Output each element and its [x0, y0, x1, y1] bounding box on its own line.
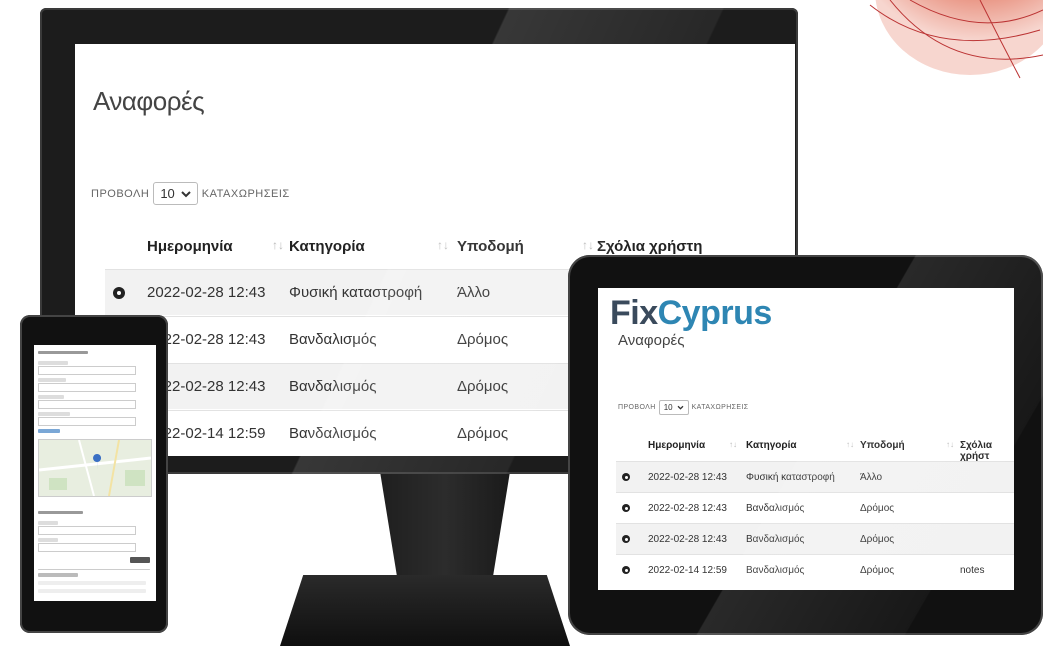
sort-icon[interactable]: ↑↓ [272, 238, 284, 252]
page-title: Αναφορές [93, 86, 205, 116]
page-size-select[interactable]: 10 [153, 182, 198, 205]
row-category: Βανδαλισμός [746, 503, 805, 514]
eye-icon[interactable] [622, 473, 630, 484]
phone-label-placeholder [38, 378, 66, 382]
phone-label-placeholder [38, 538, 58, 542]
page-size-value: 10 [663, 403, 673, 412]
show-suffix-label: ΚΑΤΑΧΩΡΗΣΕΙΣ [201, 187, 290, 200]
eye-icon[interactable] [622, 504, 630, 515]
column-header-comments[interactable]: Σχόλια χρήστη [597, 238, 702, 255]
phone-table-row-placeholder [38, 589, 146, 593]
chevron-down-icon [181, 190, 191, 197]
sort-icon[interactable]: ↑↓ [729, 440, 737, 449]
phone-field-placeholder [38, 526, 136, 535]
row-infrastructure: Δρόμος [860, 565, 895, 576]
phone-label-placeholder [38, 412, 70, 416]
row-date: 2022-02-28 12:43 [648, 503, 727, 514]
row-date: 2022-02-28 12:43 [648, 534, 727, 545]
phone-field-placeholder [38, 383, 136, 392]
logo-cyprus-text: Cyprus [657, 294, 773, 332]
row-infrastructure: Δρόμος [860, 534, 895, 545]
show-prefix-label: ΠΡΟΒΟΛΗ [618, 404, 656, 411]
row-infrastructure: Δρόμος [457, 331, 509, 348]
row-infrastructure: Δρόμος [457, 378, 509, 395]
row-category: Φυσική καταστροφή [289, 284, 423, 301]
phone-field-placeholder [38, 400, 136, 409]
phone-label-placeholder [38, 521, 58, 525]
sort-icon[interactable]: ↑↓ [946, 440, 954, 449]
table-row[interactable]: 2022-02-28 12:43 Φυσική καταστροφή Άλλο [616, 461, 1014, 493]
page-size-select[interactable]: 10 [658, 400, 689, 415]
row-category: Βανδαλισμός [289, 331, 377, 348]
monitor-stand-neck [380, 474, 510, 579]
column-header-comments[interactable]: Σχόλια χρήστ [960, 440, 1014, 462]
page-title: Αναφορές [618, 332, 685, 349]
sort-icon[interactable]: ↑↓ [846, 440, 854, 449]
row-infrastructure: Δρόμος [457, 425, 509, 442]
phone-link-placeholder [38, 429, 60, 433]
row-date: 2022-02-28 12:43 [147, 284, 266, 301]
row-infrastructure: Άλλο [860, 472, 883, 483]
phone-heading-placeholder [38, 511, 83, 514]
page-size-control: ΠΡΟΒΟΛΗ 10 ΚΑΤΑΧΩΡΗΣΕΙΣ [618, 400, 749, 415]
phone-submit-button[interactable] [130, 557, 150, 563]
chevron-down-icon [677, 405, 684, 410]
decorative-globe-graphic [869, 0, 1043, 79]
row-infrastructure: Δρόμος [860, 503, 895, 514]
phone-table-row-placeholder [38, 581, 146, 585]
show-prefix-label: ΠΡΟΒΟΛΗ [91, 187, 150, 200]
fixcyprus-logo[interactable]: FixCyprus [610, 294, 772, 333]
row-date: 2022-02-28 12:43 [648, 472, 727, 483]
phone-field-placeholder [38, 543, 136, 552]
column-header-infrastructure[interactable]: Υποδομή [860, 440, 905, 451]
sort-icon[interactable]: ↑↓ [437, 238, 449, 252]
phone-screen [34, 345, 156, 601]
row-category: Βανδαλισμός [746, 534, 805, 545]
table-row[interactable]: 2022-02-14 12:59 Βανδαλισμός Δρόμος note… [616, 554, 1014, 586]
column-header-category[interactable]: Κατηγορία [289, 238, 365, 255]
show-suffix-label: ΚΑΤΑΧΩΡΗΣΕΙΣ [691, 404, 749, 411]
phone-label-placeholder [38, 395, 64, 399]
row-category: Βανδαλισμός [289, 425, 377, 442]
eye-icon[interactable] [622, 566, 630, 577]
column-header-date[interactable]: Ημερομηνία [648, 440, 705, 451]
row-date: 2022-02-14 12:59 [648, 565, 727, 576]
column-header-infrastructure[interactable]: Υποδομή [457, 238, 524, 255]
column-header-category[interactable]: Κατηγορία [746, 440, 797, 451]
phone-field-placeholder [38, 417, 136, 426]
phone-field-placeholder [38, 366, 136, 375]
row-category: Βανδαλισμός [746, 565, 805, 576]
eye-icon[interactable] [622, 535, 630, 546]
logo-fix-text: Fix [610, 294, 658, 332]
phone-heading-placeholder [38, 351, 88, 354]
phone-divider [38, 569, 150, 570]
tablet-screen: FixCyprus Αναφορές ΠΡΟΒΟΛΗ 10 ΚΑΤΑΧΩΡΗΣΕ… [598, 288, 1014, 590]
monitor-stand-base [280, 575, 570, 646]
phone-table-header-placeholder [38, 573, 78, 577]
sort-icon[interactable]: ↑↓ [582, 238, 594, 252]
page-size-control: ΠΡΟΒΟΛΗ 10 ΚΑΤΑΧΩΡΗΣΕΙΣ [91, 182, 290, 205]
table-row[interactable]: 2022-02-28 12:43 Βανδαλισμός Δρόμος [616, 523, 1014, 555]
eye-icon[interactable] [113, 286, 125, 303]
row-category: Φυσική καταστροφή [746, 472, 835, 483]
column-header-date[interactable]: Ημερομηνία [147, 238, 233, 255]
row-comment: notes [960, 565, 985, 576]
page-size-value: 10 [160, 186, 175, 201]
phone-label-placeholder [38, 361, 68, 365]
row-infrastructure: Άλλο [457, 284, 491, 301]
table-row[interactable]: 2022-02-28 12:43 Βανδαλισμός Δρόμος [616, 492, 1014, 524]
row-category: Βανδαλισμός [289, 378, 377, 395]
phone-map[interactable] [38, 439, 152, 497]
